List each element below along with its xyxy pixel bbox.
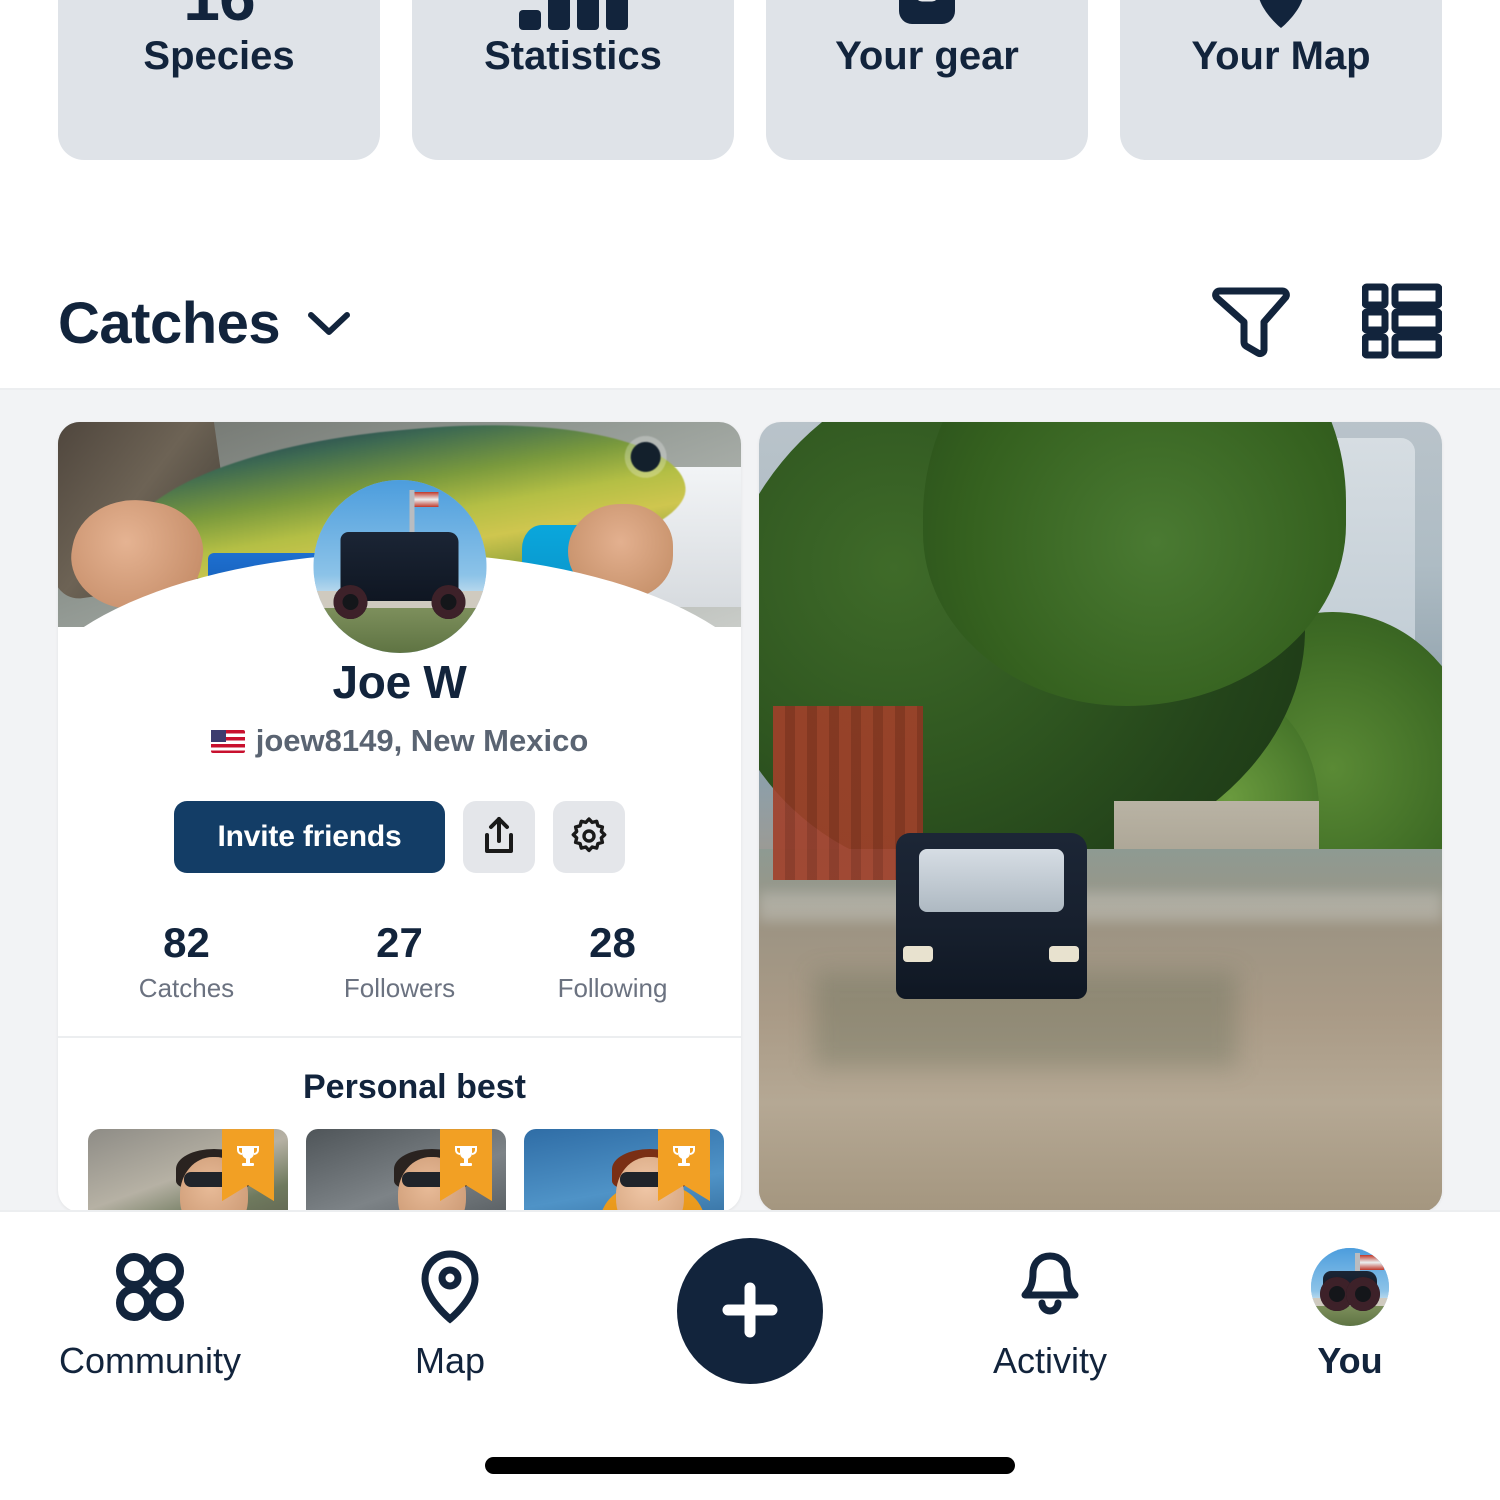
add-button[interactable] xyxy=(677,1238,823,1384)
profile-body: Joe W joew8149, New Mexico Invite friend… xyxy=(58,627,741,1210)
profile-column: Joe W joew8149, New Mexico Invite friend… xyxy=(58,422,741,1210)
catches-section-header: Catches xyxy=(0,258,1500,388)
personal-best-item[interactable] xyxy=(88,1129,288,1210)
bar-chart-icon xyxy=(518,0,628,30)
home-indicator xyxy=(485,1457,1015,1474)
tacklebox-icon xyxy=(895,0,959,30)
stat-catches[interactable]: 82 Catches xyxy=(80,919,293,1004)
profile-name: Joe W xyxy=(332,656,467,708)
avatar[interactable] xyxy=(313,480,486,653)
stat-card-your-gear[interactable]: Your gear xyxy=(766,0,1088,160)
stat-card-species[interactable]: 16 Species xyxy=(58,0,380,160)
profile-divider xyxy=(58,1036,741,1039)
profile-card[interactable]: Joe W joew8149, New Mexico Invite friend… xyxy=(58,422,741,1210)
personal-best-row xyxy=(88,1129,741,1210)
nav-item-add[interactable] xyxy=(600,1238,900,1384)
filter-funnel-icon[interactable] xyxy=(1212,281,1290,366)
personal-best-item[interactable] xyxy=(306,1129,506,1210)
gear-icon xyxy=(569,816,609,859)
share-icon xyxy=(480,815,518,860)
plus-icon xyxy=(714,1274,786,1349)
stat-label: Following xyxy=(557,973,668,1004)
personal-best-item[interactable] xyxy=(524,1129,724,1210)
stat-label: Catches xyxy=(138,973,235,1004)
bell-icon xyxy=(1017,1250,1083,1324)
stat-cards-row: 16 Species Statistics Your gear xyxy=(0,0,1500,160)
stat-value: 27 xyxy=(376,919,423,966)
nav-label: Map xyxy=(414,1340,486,1381)
nav-item-you[interactable]: You xyxy=(1200,1248,1500,1382)
avatar-icon xyxy=(1311,1248,1389,1326)
trophy-icon xyxy=(222,1129,274,1202)
chevron-down-icon[interactable] xyxy=(306,308,352,338)
catches-grid: Joe W joew8149, New Mexico Invite friend… xyxy=(0,390,1500,1210)
settings-button[interactable] xyxy=(553,801,626,873)
stat-card-label: Your gear xyxy=(835,34,1019,78)
nav-label: Activity xyxy=(992,1340,1107,1381)
stat-card-label: Your Map xyxy=(1191,34,1371,78)
map-pin-icon xyxy=(419,1250,481,1324)
species-count: 16 xyxy=(183,0,255,30)
profile-handle-row: joew8149, New Mexico xyxy=(58,723,741,759)
profile-handle: joew8149, New Mexico xyxy=(255,723,589,758)
stat-value: 28 xyxy=(589,919,636,966)
list-view-icon[interactable] xyxy=(1361,281,1443,366)
header-actions xyxy=(1212,281,1443,366)
stat-value: 82 xyxy=(163,919,210,966)
profile-actions: Invite friends xyxy=(58,801,741,873)
nav-item-map[interactable]: Map xyxy=(300,1250,600,1382)
stat-card-label: Species xyxy=(143,34,295,78)
nav-item-activity[interactable]: Activity xyxy=(900,1250,1200,1382)
stat-label: Followers xyxy=(343,973,456,1004)
stat-followers[interactable]: 27 Followers xyxy=(293,919,506,1004)
stat-card-label: Statistics xyxy=(484,34,662,78)
flooded-street-photo xyxy=(759,422,1442,1210)
stat-card-your-map[interactable]: Your Map xyxy=(1120,0,1442,160)
app-screen: 16 Species Statistics Your gear xyxy=(0,0,1500,1500)
trophy-icon xyxy=(440,1129,492,1202)
invite-friends-button[interactable]: Invite friends xyxy=(173,801,446,873)
page-title: Catches xyxy=(58,290,281,356)
stat-card-statistics[interactable]: Statistics xyxy=(412,0,734,160)
grid-circles-icon xyxy=(113,1250,187,1324)
nav-item-community[interactable]: Community xyxy=(0,1250,300,1382)
catch-photo-card[interactable] xyxy=(759,422,1442,1210)
share-button[interactable] xyxy=(463,801,536,873)
nav-label: You xyxy=(1317,1340,1383,1381)
map-pin-icon xyxy=(1255,0,1307,30)
photo-column xyxy=(759,422,1442,1210)
profile-stats: 82 Catches 27 Followers 28 Following xyxy=(58,919,741,1004)
us-flag-icon xyxy=(210,729,245,753)
stat-following[interactable]: 28 Following xyxy=(506,919,719,1004)
personal-best-title: Personal best xyxy=(303,1068,526,1107)
nav-label: Community xyxy=(58,1340,242,1381)
